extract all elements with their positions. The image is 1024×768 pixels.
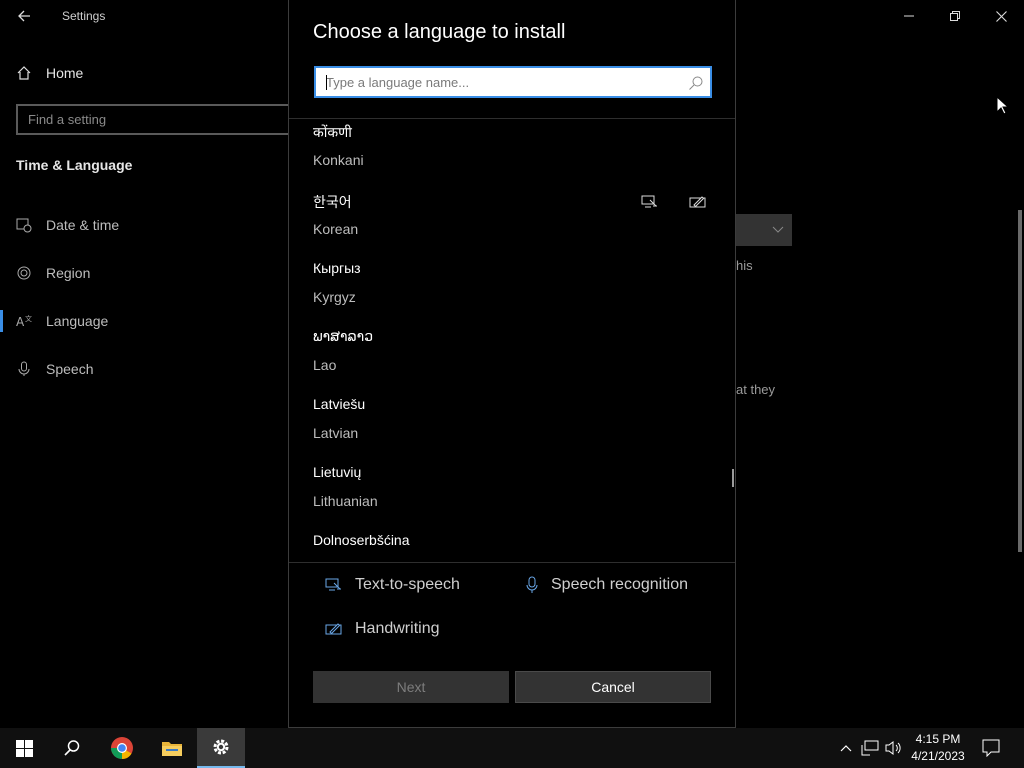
taskbar: 4:15 PM 4/21/2023 <box>0 728 1024 768</box>
section-title: Time & Language <box>16 157 133 173</box>
start-button[interactable] <box>0 728 48 768</box>
find-setting-placeholder: Find a setting <box>28 112 107 127</box>
dialog-title: Choose a language to install <box>313 21 566 43</box>
language-native-name: Dolnoserbšćina <box>313 532 410 548</box>
back-arrow-icon <box>18 10 30 22</box>
find-setting-input[interactable]: Find a setting <box>16 104 306 135</box>
legend-speech-recognition: Speech recognition <box>525 576 688 594</box>
sidebar-item-language[interactable]: A文 Language <box>16 308 108 334</box>
microphone-icon <box>526 576 538 593</box>
sidebar-item-label: Speech <box>46 361 94 377</box>
chrome-button[interactable] <box>98 728 146 768</box>
list-scrollbar[interactable] <box>732 469 734 487</box>
language-native-name: कोंकणी <box>313 124 352 140</box>
clock-time: 4:15 PM <box>915 732 961 746</box>
network-icon <box>861 740 879 756</box>
globe-icon <box>17 266 31 280</box>
language-search-box[interactable] <box>314 66 712 98</box>
list-item[interactable]: Кыргыз Kyrgyz <box>313 260 713 320</box>
sidebar-home[interactable]: Home <box>16 60 83 86</box>
notification-icon <box>982 739 1000 757</box>
gear-icon <box>213 739 229 755</box>
taskbar-search-button[interactable] <box>48 728 96 768</box>
mouse-cursor-icon <box>996 96 1009 115</box>
text-to-speech-icon <box>641 195 657 208</box>
feature-icons <box>641 194 707 210</box>
divider <box>289 562 735 563</box>
text-to-speech-icon <box>325 578 341 591</box>
language-english-name: Korean <box>313 221 359 237</box>
home-icon <box>17 66 31 80</box>
search-icon <box>64 740 80 756</box>
close-icon <box>995 10 1007 22</box>
action-center-button[interactable] <box>981 738 1001 758</box>
handwriting-icon <box>325 623 342 635</box>
back-button[interactable] <box>8 2 40 30</box>
chrome-icon <box>111 737 133 759</box>
windows-logo-icon <box>15 739 33 757</box>
list-item[interactable]: Lietuvių Lithuanian <box>313 464 713 524</box>
minimize-icon <box>904 15 914 17</box>
restore-icon <box>950 11 960 21</box>
language-english-name: Latvian <box>313 425 359 441</box>
sidebar-item-date-time[interactable]: Date & time <box>16 212 119 238</box>
chevron-down-icon <box>772 226 784 233</box>
taskbar-clock[interactable]: 4:15 PM 4/21/2023 <box>900 731 976 765</box>
legend-label: Speech recognition <box>551 576 688 593</box>
sidebar-item-region[interactable]: Region <box>16 260 90 286</box>
sidebar-item-label: Date & time <box>46 217 120 233</box>
list-item[interactable]: ພາສາລາວ Lao <box>313 328 713 388</box>
background-dropdown[interactable] <box>736 214 792 246</box>
chevron-up-icon <box>840 745 852 752</box>
language-native-name: Lietuvių <box>313 464 362 480</box>
language-english-name: Konkani <box>313 152 364 168</box>
language-english-name: Kyrgyz <box>313 289 356 305</box>
list-item[interactable]: Dolnoserbšćina <box>313 532 713 562</box>
language-search-input[interactable] <box>326 74 666 90</box>
language-native-name: 한국어 <box>313 194 352 210</box>
sidebar-home-label: Home <box>46 65 84 81</box>
page-scrollbar[interactable] <box>1018 210 1022 552</box>
settings-taskbar-button[interactable] <box>197 728 245 768</box>
text-caret <box>326 75 327 90</box>
language-native-name: Latviešu <box>313 396 366 412</box>
legend-label: Handwriting <box>355 620 440 637</box>
legend-label: Text-to-speech <box>355 576 460 593</box>
handwriting-icon <box>689 196 706 208</box>
window-title: Settings <box>62 9 106 23</box>
language-list[interactable]: कोंकणी Konkani 한국어 Korean Кыргыз Kyrgyz … <box>289 119 735 562</box>
list-item[interactable]: 한국어 Korean <box>313 192 713 252</box>
svg-text:A: A <box>16 315 25 329</box>
search-icon[interactable] <box>688 75 704 91</box>
language-icon: A文 <box>16 314 32 329</box>
legend-handwriting: Handwriting <box>325 620 439 638</box>
close-button[interactable] <box>978 0 1024 32</box>
language-english-name: Lao <box>313 357 337 373</box>
list-item[interactable]: कोंकणी Konkani <box>313 123 713 183</box>
sidebar-item-speech[interactable]: Speech <box>16 356 93 382</box>
minimize-button[interactable] <box>886 0 932 32</box>
calendar-clock-icon <box>16 218 32 233</box>
microphone-icon <box>18 361 30 376</box>
choose-language-dialog: Choose a language to install कोंकणी Konk… <box>288 0 736 728</box>
restore-button[interactable] <box>932 0 978 32</box>
show-hidden-icons-button[interactable] <box>836 738 856 758</box>
sidebar-item-label: Language <box>46 313 109 329</box>
folder-icon <box>162 742 182 756</box>
svg-text:文: 文 <box>25 314 32 323</box>
list-item[interactable]: Latviešu Latvian <box>313 396 713 456</box>
network-button[interactable] <box>860 738 880 758</box>
clock-date: 4/21/2023 <box>911 749 965 763</box>
sidebar-item-label: Region <box>46 265 91 281</box>
cancel-button[interactable]: Cancel <box>515 671 711 703</box>
next-button[interactable]: Next <box>313 671 509 703</box>
language-native-name: ພາສາລາວ <box>313 328 374 344</box>
language-native-name: Кыргыз <box>313 260 361 276</box>
legend-text-to-speech: Text-to-speech <box>325 576 460 594</box>
language-english-name: Lithuanian <box>313 493 378 509</box>
active-indicator <box>0 310 3 332</box>
background-text: his <box>736 258 753 273</box>
file-explorer-button[interactable] <box>148 728 196 768</box>
background-text: at they <box>736 382 776 397</box>
